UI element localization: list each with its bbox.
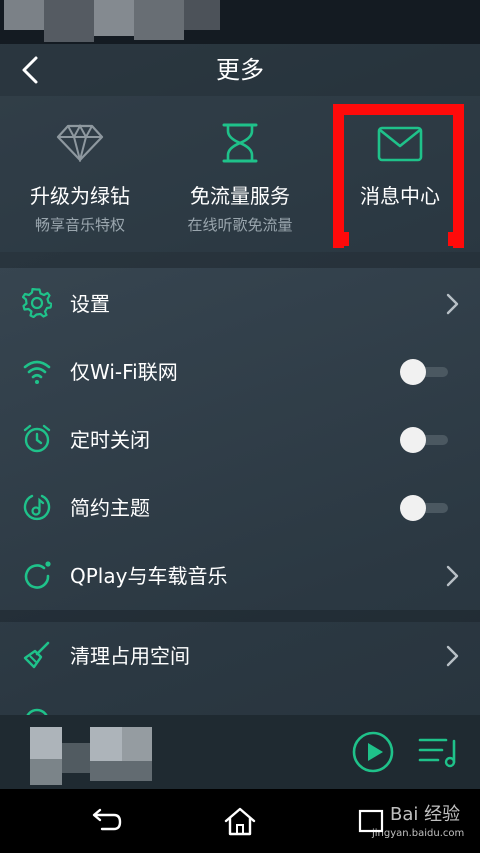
status-blur bbox=[4, 0, 44, 30]
simple-theme-toggle[interactable] bbox=[400, 495, 450, 521]
red-highlight-box bbox=[333, 104, 464, 248]
list-item-label: QPlay与车载音乐 bbox=[70, 564, 228, 588]
feature-label: 免流量服务 bbox=[190, 184, 290, 208]
alarm-clock-icon bbox=[23, 424, 51, 453]
free-traffic-service-button[interactable]: 免流量服务 在线听歌免流量 bbox=[160, 96, 320, 252]
nav-home-icon[interactable] bbox=[222, 805, 258, 837]
toggle-knob bbox=[400, 359, 426, 385]
broom-icon bbox=[23, 641, 50, 669]
wifi-only-toggle[interactable] bbox=[400, 359, 450, 385]
section-divider bbox=[0, 610, 480, 622]
track-info-blur bbox=[122, 727, 152, 761]
toggle-knob bbox=[400, 427, 426, 453]
page-title: 更多 bbox=[216, 56, 264, 84]
status-blur bbox=[184, 0, 220, 30]
play-button[interactable] bbox=[352, 731, 394, 773]
watermark-text: Bai 经验 bbox=[390, 804, 461, 825]
partial-item-icon bbox=[26, 708, 48, 715]
status-blur bbox=[44, 0, 94, 42]
chevron-right-icon bbox=[446, 565, 459, 587]
list-item-label: 简约主题 bbox=[70, 496, 150, 520]
music-note-circle-icon bbox=[23, 494, 51, 521]
list-item-partial bbox=[0, 690, 480, 715]
list-item-settings[interactable]: 设置 bbox=[0, 270, 480, 338]
track-info-blur bbox=[62, 743, 90, 773]
chevron-right-icon bbox=[446, 645, 459, 667]
toggle-knob bbox=[400, 495, 426, 521]
playlist-icon[interactable] bbox=[418, 735, 458, 769]
track-info-blur bbox=[90, 727, 122, 761]
gear-icon bbox=[22, 288, 52, 318]
list-item-wifi-only[interactable]: 仅Wi-Fi联网 bbox=[0, 338, 480, 406]
status-bar bbox=[0, 0, 480, 44]
album-art bbox=[30, 759, 62, 785]
watermark-url: jingyan.baidu.com bbox=[372, 828, 465, 839]
album-art bbox=[30, 727, 62, 759]
screen: 更多 升级为绿钻 畅享音乐特权 免流量服务 在线听歌免流量 消息中心 设置 仅W… bbox=[0, 0, 480, 853]
section-divider bbox=[0, 252, 480, 268]
feature-subtitle: 畅享音乐特权 bbox=[34, 216, 125, 234]
hourglass-icon bbox=[222, 123, 258, 163]
nav-back-icon[interactable] bbox=[88, 805, 124, 837]
mini-player-bar[interactable] bbox=[0, 715, 480, 789]
status-blur bbox=[94, 0, 134, 36]
red-highlight-box bbox=[448, 232, 464, 246]
list-item-qplay[interactable]: QPlay与车载音乐 bbox=[0, 542, 480, 610]
upgrade-green-diamond-button[interactable]: 升级为绿钻 畅享音乐特权 bbox=[0, 96, 160, 252]
header: 更多 bbox=[0, 44, 480, 96]
wifi-icon bbox=[23, 360, 51, 384]
feature-label: 升级为绿钻 bbox=[30, 184, 130, 208]
list-item-simple-theme[interactable]: 简约主题 bbox=[0, 474, 480, 542]
list-item-label: 定时关闭 bbox=[70, 428, 150, 452]
feature-subtitle: 在线听歌免流量 bbox=[187, 216, 293, 234]
list-item-label: 清理占用空间 bbox=[70, 644, 190, 668]
list-item-clear-storage[interactable]: 清理占用空间 bbox=[0, 622, 480, 690]
track-info-blur bbox=[90, 761, 152, 781]
list-item-label: 仅Wi-Fi联网 bbox=[70, 360, 178, 384]
red-highlight-box bbox=[333, 232, 349, 246]
status-blur bbox=[134, 0, 184, 40]
qplay-icon bbox=[24, 561, 51, 589]
chevron-right-icon bbox=[446, 293, 459, 315]
diamond-icon bbox=[56, 123, 104, 162]
sleep-timer-toggle[interactable] bbox=[400, 427, 450, 453]
list-item-label: 设置 bbox=[70, 292, 110, 316]
baidu-jingyan-watermark: Bai 经验 jingyan.baidu.com bbox=[360, 800, 478, 846]
list-item-sleep-timer[interactable]: 定时关闭 bbox=[0, 406, 480, 474]
